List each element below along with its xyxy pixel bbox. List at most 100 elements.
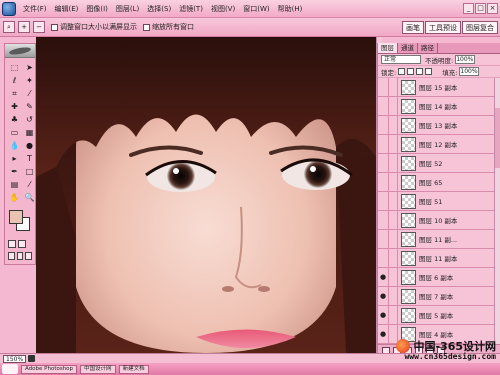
zoom-tool-icon[interactable]: 🔍 (23, 192, 36, 204)
zoom-all-windows-checkbox[interactable]: 缩放所有窗口 (143, 22, 194, 32)
tab-layers[interactable]: 图层 (378, 43, 398, 53)
shape-tool-icon[interactable]: □ (23, 166, 36, 178)
pen-tool-icon[interactable]: ✒ (8, 166, 21, 178)
type-tool-icon[interactable]: T (23, 153, 36, 165)
layer-visibility-eye-icon[interactable] (378, 172, 389, 192)
layer-row[interactable]: 图层 10 副本 (378, 210, 500, 230)
zoom-out-icon[interactable]: − (33, 21, 45, 33)
document-canvas[interactable] (36, 37, 376, 353)
checkbox-box[interactable] (143, 23, 150, 31)
layer-row[interactable]: 图层 11 副本 (378, 248, 500, 268)
layer-visibility-eye-icon[interactable] (378, 78, 389, 97)
tab-paths[interactable]: 路径 (418, 43, 438, 53)
lock-transparency-icon[interactable] (398, 68, 406, 75)
layer-link-cell[interactable] (389, 229, 398, 249)
layer-link-cell[interactable] (389, 267, 398, 287)
menu-select[interactable]: 选择(S) (143, 0, 175, 18)
lasso-tool-icon[interactable]: ℓ (8, 75, 21, 87)
blend-mode-select[interactable]: 正常 (381, 55, 421, 64)
history-brush-tool-icon[interactable]: ↺ (23, 114, 36, 126)
layer-link-cell[interactable] (389, 153, 398, 173)
slice-tool-icon[interactable]: ⁄ (23, 88, 36, 100)
layer-row[interactable]: 图层 13 副本 (378, 115, 500, 135)
layer-visibility-eye-icon[interactable] (378, 248, 389, 268)
menu-view[interactable]: 视图(V) (207, 0, 239, 18)
menu-edit[interactable]: 编辑(E) (51, 0, 83, 18)
layer-visibility-eye-icon[interactable]: ● (378, 305, 389, 325)
screen-mode-black-icon[interactable] (25, 252, 33, 260)
blur-tool-icon[interactable]: 💧 (8, 140, 21, 152)
healing-brush-tool-icon[interactable]: ✚ (8, 101, 21, 113)
marquee-tool-icon[interactable]: ⬚ (8, 62, 21, 74)
gradient-tool-icon[interactable]: ▦ (23, 127, 36, 139)
layer-row[interactable]: 图层 12 副本 (378, 134, 500, 154)
layer-visibility-eye-icon[interactable] (378, 153, 389, 173)
layer-row[interactable]: ● 图层 5 副本 (378, 305, 500, 325)
layer-link-cell[interactable] (389, 191, 398, 211)
layer-row[interactable]: ● 图层 6 副本 (378, 267, 500, 287)
layer-visibility-eye-icon[interactable]: ● (378, 267, 389, 287)
eyedropper-tool-icon[interactable]: ⁄ (23, 179, 36, 191)
layer-link-cell[interactable] (389, 172, 398, 192)
resize-window-checkbox[interactable]: 调整窗口大小以满屏显示 (51, 22, 137, 32)
layer-link-cell[interactable] (389, 210, 398, 230)
zoom-level-field[interactable]: 150% (3, 354, 27, 363)
checkbox-box[interactable] (51, 23, 58, 31)
layer-visibility-eye-icon[interactable] (378, 191, 389, 211)
layers-scroll-thumb[interactable] (495, 108, 500, 168)
screen-mode-full-icon[interactable] (16, 252, 24, 260)
standard-mode-icon[interactable] (8, 240, 16, 248)
layer-row[interactable]: 图层 65 (378, 172, 500, 192)
layer-link-cell[interactable] (389, 248, 398, 268)
foreground-color-swatch[interactable] (9, 210, 23, 224)
dodge-tool-icon[interactable]: ● (23, 140, 36, 152)
clone-stamp-tool-icon[interactable]: ♣ (8, 114, 21, 126)
taskbar-item-new-doc[interactable]: 新建文档 (118, 364, 149, 374)
layer-row[interactable]: 图层 51 (378, 191, 500, 211)
start-button[interactable] (2, 364, 18, 374)
layer-visibility-eye-icon[interactable] (378, 115, 389, 135)
menu-help[interactable]: 帮助(H) (274, 0, 307, 18)
layer-row[interactable]: 图层 14 副本 (378, 96, 500, 116)
minimize-button[interactable]: _ (463, 3, 474, 14)
menu-filter[interactable]: 滤镜(T) (175, 0, 207, 18)
quick-mask-icon[interactable] (18, 240, 26, 248)
layer-link-cell[interactable] (389, 96, 398, 116)
brush-tool-icon[interactable]: ✎ (23, 101, 36, 113)
maximize-button[interactable]: □ (475, 3, 486, 14)
layer-row[interactable]: 图层 15 副本 (378, 78, 500, 97)
layer-link-cell[interactable] (389, 305, 398, 325)
move-tool-icon[interactable]: ➤ (23, 62, 36, 74)
menu-image[interactable]: 图像(I) (82, 0, 112, 18)
layer-row[interactable]: ● 图层 7 副本 (378, 286, 500, 306)
magic-wand-tool-icon[interactable]: ✦ (23, 75, 36, 87)
layers-scrollbar[interactable] (494, 78, 500, 344)
lock-position-icon[interactable] (416, 68, 424, 75)
layer-visibility-eye-icon[interactable]: ● (378, 286, 389, 306)
crop-tool-icon[interactable]: ⌗ (8, 88, 21, 100)
layer-link-cell[interactable] (389, 286, 398, 306)
layer-link-cell[interactable] (389, 134, 398, 154)
layer-visibility-eye-icon[interactable] (378, 229, 389, 249)
menu-window[interactable]: 窗口(W) (239, 0, 273, 18)
layer-visibility-eye-icon[interactable] (378, 134, 389, 154)
layer-row[interactable]: 图层 11 副... (378, 229, 500, 249)
menu-file[interactable]: 文件(F) (19, 0, 51, 18)
tab-channels[interactable]: 通道 (398, 43, 418, 53)
zoom-in-icon[interactable]: + (18, 21, 30, 33)
tab-tool-presets[interactable]: 工具预设 (425, 20, 461, 34)
taskbar-item-photoshop[interactable]: Adobe Photoshop (21, 364, 78, 374)
menu-layer[interactable]: 图层(L) (112, 0, 143, 18)
layer-visibility-eye-icon[interactable] (378, 96, 389, 116)
layer-row[interactable]: 图层 52 (378, 153, 500, 173)
tab-brushes[interactable]: 画笔 (402, 20, 424, 34)
hand-tool-icon[interactable]: ✋ (8, 192, 21, 204)
close-button[interactable]: × (487, 3, 498, 14)
lock-pixels-icon[interactable] (407, 68, 415, 75)
layer-link-cell[interactable] (389, 115, 398, 135)
layer-visibility-eye-icon[interactable] (378, 210, 389, 230)
notes-tool-icon[interactable]: ▤ (8, 179, 21, 191)
taskbar-item-site[interactable]: 中国设计网 (80, 364, 116, 374)
path-selection-tool-icon[interactable]: ▸ (8, 153, 21, 165)
opacity-input[interactable]: 100% (455, 55, 476, 64)
